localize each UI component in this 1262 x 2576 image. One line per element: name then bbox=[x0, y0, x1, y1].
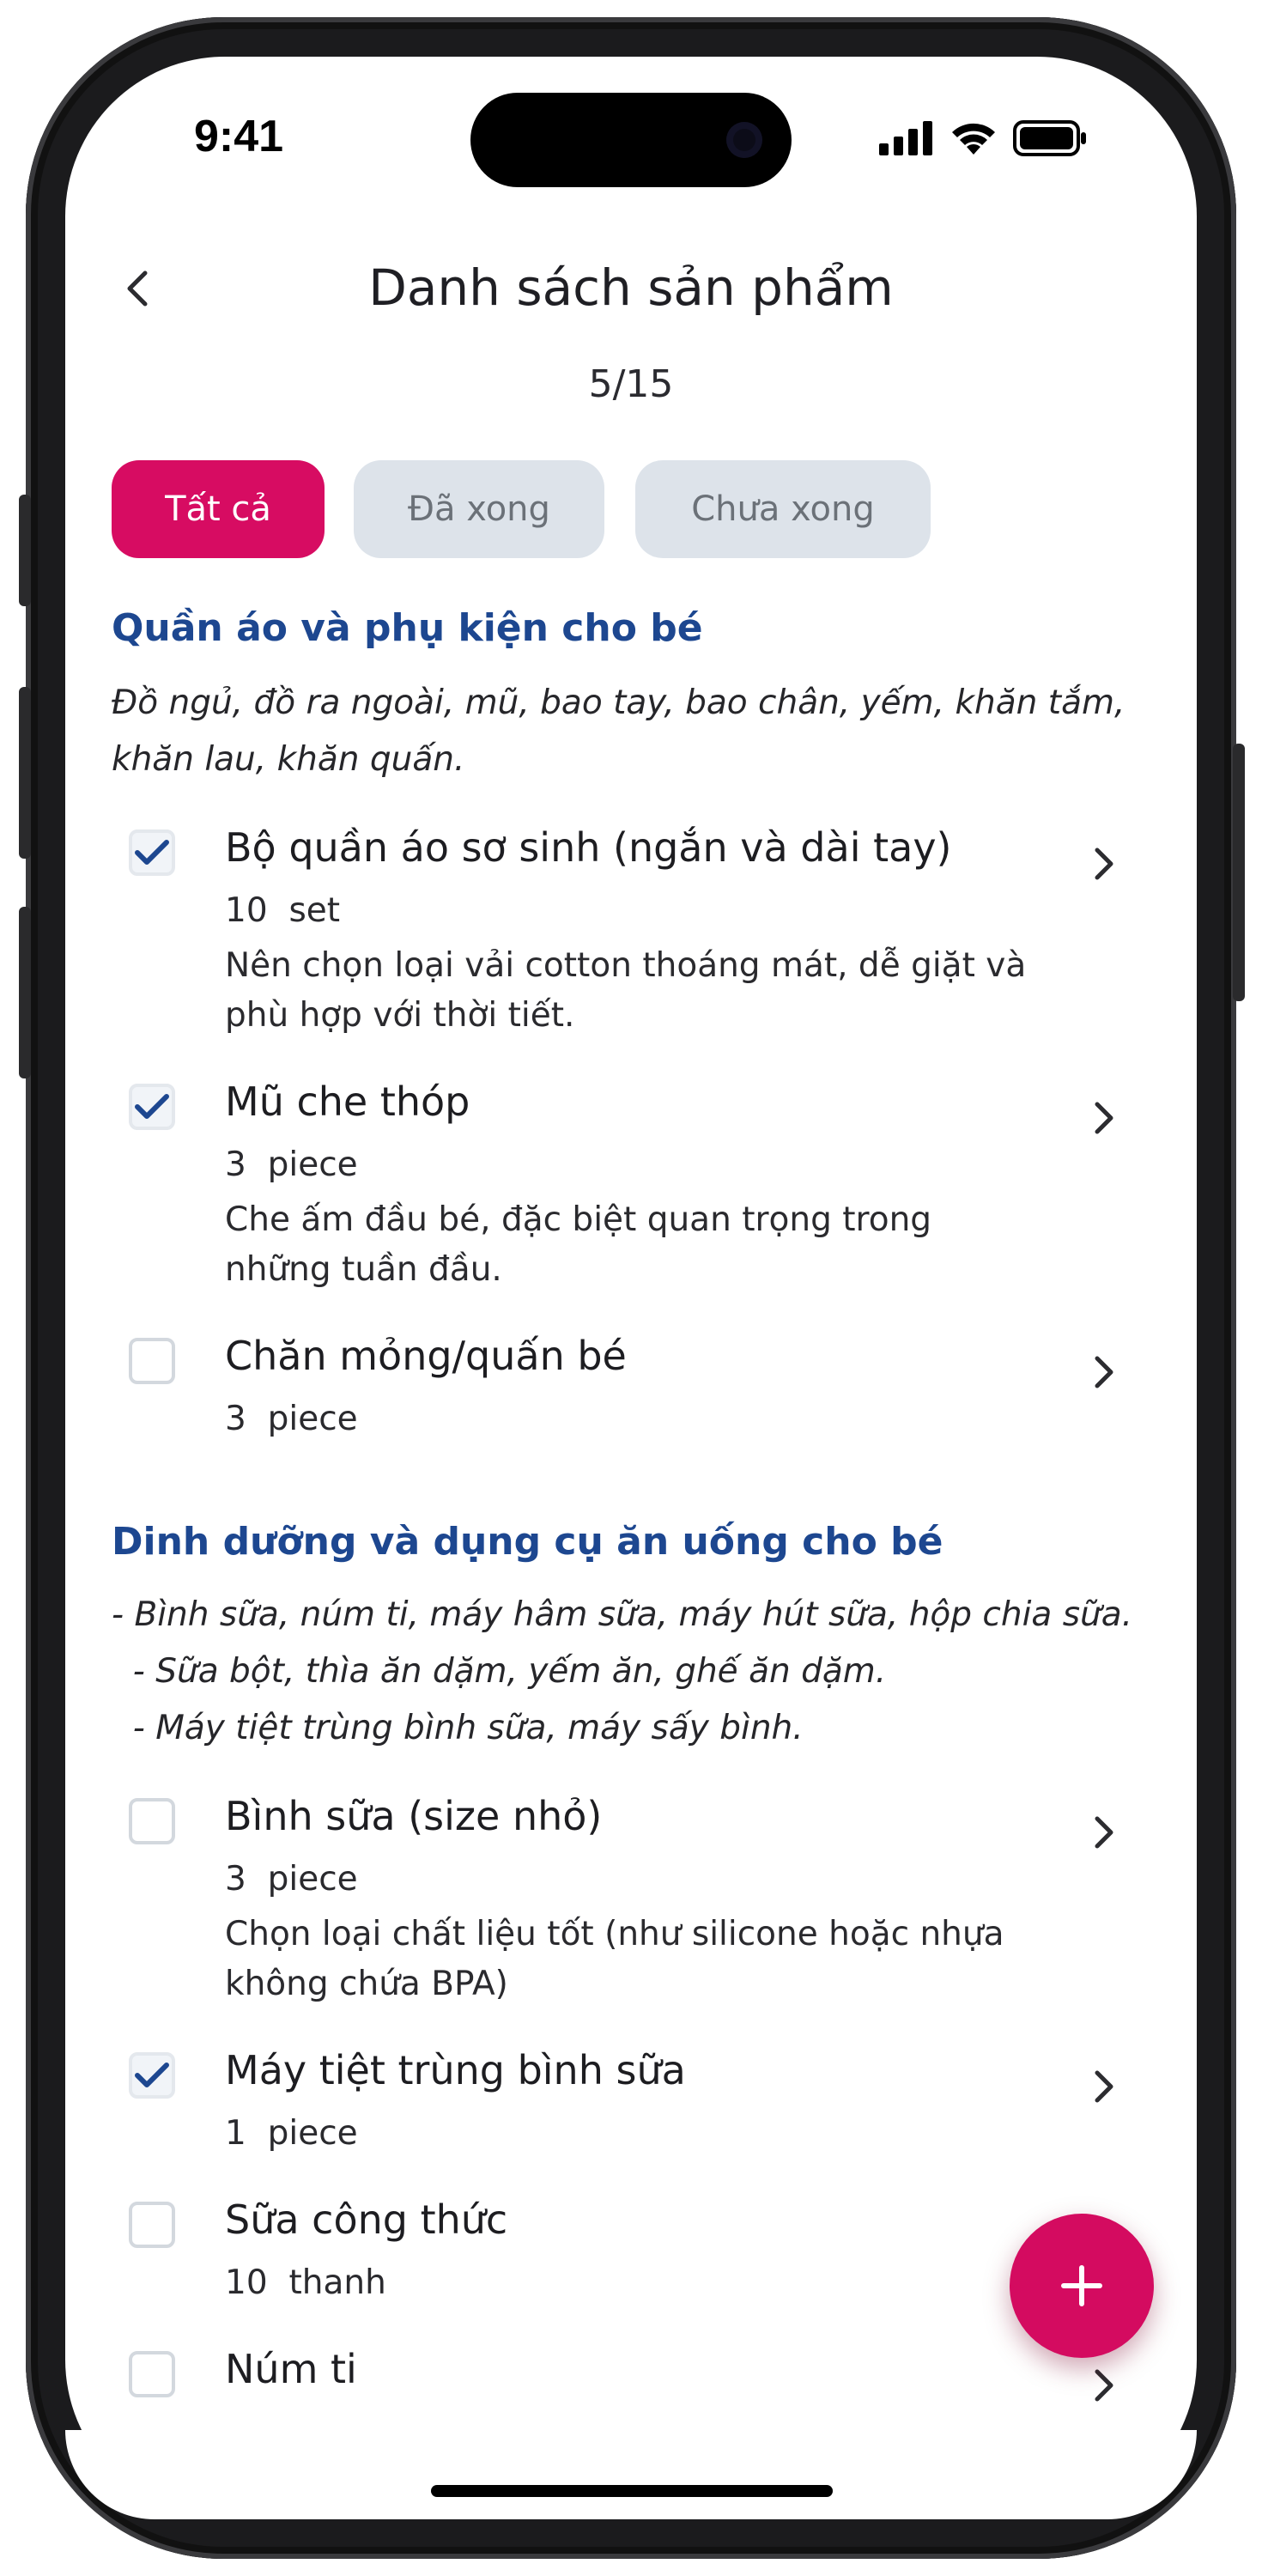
checkmark-icon bbox=[135, 2063, 169, 2087]
add-item-button[interactable] bbox=[1010, 2214, 1154, 2358]
item-checkbox[interactable] bbox=[129, 2202, 175, 2248]
item-checkbox[interactable] bbox=[129, 1084, 175, 1130]
item-checkbox[interactable] bbox=[129, 1338, 175, 1384]
section-title: Dinh dưỡng và dụng cụ ăn uống cho bé bbox=[112, 1520, 943, 1564]
wifi-icon bbox=[952, 123, 995, 155]
side-button-power bbox=[1233, 744, 1245, 1001]
item-quantity: 3 piece bbox=[225, 1145, 358, 1184]
section-description-line: - Sữa bột, thìa ăn dặm, yếm ăn, ghế ăn d… bbox=[112, 1652, 887, 1691]
list-item[interactable]: Bộ quần áo sơ sinh (ngắn và dài tay) 10 … bbox=[112, 824, 1133, 1056]
item-quantity: 3 piece bbox=[225, 1860, 358, 1899]
signal-icon bbox=[879, 121, 932, 155]
section-description-line: khăn lau, khăn quấn. bbox=[112, 740, 465, 779]
item-quantity: 3 piece bbox=[225, 1400, 358, 1438]
side-button-silent bbox=[19, 495, 31, 606]
item-name: Núm ti bbox=[225, 2346, 357, 2392]
list-item[interactable]: Sữa công thức 10 thanh bbox=[112, 2196, 1133, 2325]
item-name: Máy tiệt trùng bình sữa bbox=[225, 2047, 686, 2093]
chevron-right-icon[interactable] bbox=[1083, 843, 1125, 884]
item-checkbox[interactable] bbox=[129, 2351, 175, 2397]
list-item[interactable]: Bình sữa (size nhỏ) 3 piece Chọn loại ch… bbox=[112, 1793, 1133, 2025]
item-quantity: 10 thanh bbox=[225, 2263, 386, 2302]
item-quantity: 1 piece bbox=[225, 2114, 358, 2153]
item-checkbox[interactable] bbox=[129, 1798, 175, 1844]
item-note: Chọn loại chất liệu tốt (như silicone ho… bbox=[225, 1915, 1004, 2003]
item-name: Mũ che thóp bbox=[225, 1078, 470, 1125]
item-quantity: 10 set bbox=[225, 891, 341, 930]
tab-done[interactable]: Đã xong bbox=[354, 460, 604, 558]
item-name: Sữa công thức bbox=[225, 2196, 508, 2243]
progress-counter: 5/15 bbox=[588, 362, 674, 406]
list-item[interactable]: Mũ che thóp 3 piece Che ấm đầu bé, đặc b… bbox=[112, 1078, 1133, 1310]
bottom-safe-area bbox=[65, 2430, 1197, 2519]
list-item[interactable]: Núm ti bbox=[112, 2346, 1133, 2440]
item-name: Bình sữa (size nhỏ) bbox=[225, 1793, 603, 1839]
camera-icon bbox=[726, 122, 762, 158]
page-title: Danh sách sản phẩm bbox=[368, 258, 894, 317]
item-note: Che ấm đầu bé, đặc biệt quan trọng trong… bbox=[225, 1200, 932, 1289]
chevron-right-icon[interactable] bbox=[1083, 1352, 1125, 1393]
battery-icon bbox=[1013, 120, 1086, 156]
list-item[interactable]: Chăn mỏng/quấn bé 3 piece bbox=[112, 1333, 1133, 1461]
item-note: Nên chọn loại vải cotton thoáng mát, dễ … bbox=[225, 946, 1027, 1035]
list-item[interactable]: Máy tiệt trùng bình sữa 1 piece bbox=[112, 2047, 1133, 2176]
side-button-volume-down bbox=[19, 907, 31, 1078]
status-time: 9:41 bbox=[193, 112, 284, 161]
item-name: Chăn mỏng/quấn bé bbox=[225, 1333, 627, 1379]
section-description-line: - Máy tiệt trùng bình sữa, máy sấy bình. bbox=[112, 1709, 804, 1747]
back-button[interactable] bbox=[112, 263, 163, 314]
dynamic-island bbox=[470, 93, 792, 187]
home-indicator[interactable] bbox=[431, 2485, 833, 2497]
chevron-left-icon bbox=[127, 270, 148, 307]
item-checkbox[interactable] bbox=[129, 2052, 175, 2099]
side-button-volume-up bbox=[19, 687, 31, 859]
item-checkbox[interactable] bbox=[129, 829, 175, 876]
section-description-line: Đồ ngủ, đồ ra ngoài, mũ, bao tay, bao ch… bbox=[112, 683, 1125, 722]
chevron-right-icon[interactable] bbox=[1083, 2066, 1125, 2107]
item-name: Bộ quần áo sơ sinh (ngắn và dài tay) bbox=[225, 824, 952, 871]
status-icons bbox=[879, 117, 1087, 160]
plus-icon bbox=[1061, 2265, 1102, 2306]
section-title: Quần áo và phụ kiện cho bé bbox=[112, 606, 703, 650]
chevron-right-icon[interactable] bbox=[1083, 1097, 1125, 1139]
chevron-right-icon[interactable] bbox=[1083, 1812, 1125, 1853]
checkmark-icon bbox=[135, 840, 169, 865]
section-description-line: - Bình sữa, núm ti, máy hâm sữa, máy hút… bbox=[112, 1595, 1133, 1634]
checkmark-icon bbox=[135, 1094, 169, 1119]
tab-all[interactable]: Tất cả bbox=[112, 460, 325, 558]
chevron-right-icon[interactable] bbox=[1083, 2365, 1125, 2406]
tab-not-done[interactable]: Chưa xong bbox=[635, 460, 931, 558]
